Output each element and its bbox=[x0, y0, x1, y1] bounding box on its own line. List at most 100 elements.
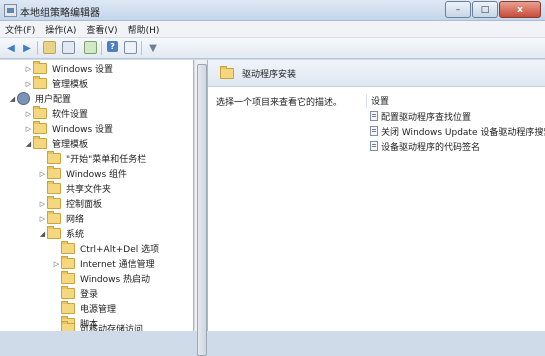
tree-item-user-config[interactable]: ◢ 用户配置 bbox=[8, 91, 71, 106]
tree-item-label: 网络 bbox=[66, 215, 85, 225]
folder-icon bbox=[61, 286, 75, 299]
expand-arrow-icon[interactable]: ▷ bbox=[24, 125, 33, 133]
expand-arrow-icon[interactable]: ▷ bbox=[24, 110, 33, 118]
back-arrow-icon[interactable]: ◀ bbox=[4, 41, 18, 55]
expand-arrow-icon[interactable]: ▷ bbox=[38, 200, 47, 208]
tree-item-removable-storage[interactable]: 可移动存储访问 bbox=[52, 321, 143, 331]
expand-arrow-icon[interactable]: ▷ bbox=[38, 170, 47, 178]
tree-item-label: 电源管理 bbox=[80, 305, 117, 315]
toolbar: ◀ ▶ ? ▼ bbox=[0, 38, 545, 59]
folder-icon bbox=[47, 196, 61, 209]
tree-item-label: 软件设置 bbox=[52, 110, 89, 120]
folder-icon bbox=[33, 106, 47, 119]
up-folder-icon[interactable] bbox=[43, 41, 56, 54]
folder-icon bbox=[33, 76, 47, 89]
app-icon bbox=[4, 4, 17, 17]
setting-item[interactable]: 配置驱动程序查找位置 bbox=[370, 109, 471, 123]
tree-item-label: Windows 组件 bbox=[66, 170, 128, 180]
folder-icon bbox=[33, 61, 47, 74]
folder-icon bbox=[33, 121, 47, 134]
menu-help[interactable]: 帮助(H) bbox=[123, 23, 165, 36]
expand-arrow-icon[interactable]: ▷ bbox=[38, 215, 47, 223]
title-bar[interactable]: 本地组策略编辑器 – □ x bbox=[0, 0, 545, 21]
tree-item-control-panel[interactable]: ▷ 控制面板 bbox=[38, 196, 102, 211]
show-hide-tree-icon[interactable] bbox=[62, 41, 75, 54]
collapse-arrow-icon[interactable]: ◢ bbox=[8, 95, 17, 103]
tree-item-network[interactable]: ▷ 网络 bbox=[38, 211, 84, 226]
tree-item-windows-settings[interactable]: ▷ Windows 设置 bbox=[24, 121, 113, 136]
menu-action[interactable]: 操作(A) bbox=[40, 23, 81, 36]
expand-arrow-icon[interactable]: ▷ bbox=[24, 80, 33, 88]
forward-arrow-icon[interactable]: ▶ bbox=[20, 41, 34, 55]
tree-item-label: 管理模板 bbox=[52, 140, 89, 150]
column-header-setting[interactable]: 设置 bbox=[366, 94, 545, 108]
tree-item-admin-templates[interactable]: ▷ 管理模板 bbox=[24, 76, 88, 91]
folder-icon bbox=[47, 151, 61, 164]
folder-icon bbox=[61, 256, 75, 269]
toolbar-separator bbox=[141, 41, 142, 55]
folder-icon bbox=[61, 271, 75, 284]
setting-label: 关闭 Windows Update 设备驱动程序搜索 bbox=[381, 127, 545, 138]
help-icon[interactable]: ? bbox=[107, 41, 118, 52]
scrollbar-thumb[interactable] bbox=[197, 64, 207, 356]
tree-item-power-management[interactable]: 电源管理 bbox=[52, 301, 116, 316]
tree-item-windows-settings[interactable]: ▷ Windows 设置 bbox=[24, 61, 113, 76]
tree-item-label: Ctrl+Alt+Del 选项 bbox=[80, 245, 160, 255]
tree-item-label: 可移动存储访问 bbox=[80, 325, 144, 331]
tree-item-windows-hotstart[interactable]: Windows 热启动 bbox=[52, 271, 150, 286]
policy-setting-icon bbox=[370, 126, 378, 136]
folder-icon bbox=[61, 301, 75, 314]
menu-view[interactable]: 查看(V) bbox=[81, 23, 122, 36]
setting-label: 配置驱动程序查找位置 bbox=[381, 112, 472, 123]
window-controls: – □ x bbox=[444, 1, 541, 18]
collapse-arrow-icon[interactable]: ◢ bbox=[38, 230, 47, 238]
minimize-button[interactable]: – bbox=[445, 1, 471, 18]
details-header: 驱动程序安装 bbox=[208, 60, 545, 87]
tree-pane: ▷ Windows 设置 ▷ 管理模板 ◢ 用户配置 ▷ 软件设置 ▷ Wind… bbox=[0, 60, 194, 331]
maximize-icon: □ bbox=[480, 4, 490, 15]
tree-item-logon[interactable]: 登录 bbox=[52, 286, 98, 301]
export-list-icon[interactable] bbox=[84, 41, 97, 54]
tree-item-label: Windows 设置 bbox=[52, 125, 114, 135]
minimize-icon: – bbox=[455, 4, 461, 15]
tree-item-admin-templates[interactable]: ◢ 管理模板 bbox=[24, 136, 88, 151]
menu-file[interactable]: 文件(F) bbox=[0, 23, 40, 36]
tree-item-label: 控制面板 bbox=[66, 200, 103, 210]
tree-item-windows-components[interactable]: ▷ Windows 组件 bbox=[38, 166, 127, 181]
close-icon: x bbox=[517, 4, 523, 15]
toolbar-separator bbox=[101, 41, 102, 55]
description-text: 选择一个项目来查看它的描述。 bbox=[216, 98, 343, 108]
details-pane: 驱动程序安装 选择一个项目来查看它的描述。 设置 配置驱动程序查找位置 关闭 W… bbox=[207, 60, 545, 331]
tree-item-system[interactable]: ◢ 系统 bbox=[38, 226, 84, 241]
tree-item-internet-comm[interactable]: ▷ Internet 通信管理 bbox=[52, 256, 155, 271]
policy-setting-icon bbox=[370, 141, 378, 151]
tree-item-start-menu-taskbar[interactable]: "开始"菜单和任务栏 bbox=[38, 151, 146, 166]
folder-icon bbox=[47, 166, 61, 179]
filter-icon[interactable]: ▼ bbox=[146, 41, 160, 55]
setting-item[interactable]: 设备驱动程序的代码签名 bbox=[370, 139, 480, 153]
tree-item-label: Internet 通信管理 bbox=[80, 260, 155, 270]
expand-arrow-icon[interactable]: ▷ bbox=[52, 260, 61, 268]
tree-scrollbar[interactable] bbox=[194, 60, 207, 356]
collapse-arrow-icon[interactable]: ◢ bbox=[24, 140, 33, 148]
tree-item-label: Windows 热启动 bbox=[80, 275, 151, 285]
tree-item-ctrl-alt-del[interactable]: Ctrl+Alt+Del 选项 bbox=[52, 241, 159, 256]
maximize-button[interactable]: □ bbox=[472, 1, 498, 18]
tree-item-label: "开始"菜单和任务栏 bbox=[66, 155, 147, 165]
details-header-title: 驱动程序安装 bbox=[242, 69, 297, 80]
tree-item-software-settings[interactable]: ▷ 软件设置 bbox=[24, 106, 88, 121]
expand-arrow-icon[interactable]: ▷ bbox=[24, 65, 33, 73]
user-config-icon bbox=[17, 92, 30, 105]
toolbar-separator bbox=[37, 41, 38, 55]
setting-item[interactable]: 关闭 Windows Update 设备驱动程序搜索 bbox=[370, 124, 545, 138]
folder-icon bbox=[47, 181, 61, 194]
properties-icon[interactable] bbox=[124, 41, 137, 54]
tree-item-shared-folders[interactable]: 共享文件夹 bbox=[38, 181, 111, 196]
policy-setting-icon bbox=[370, 111, 378, 121]
tree-item-label: 用户配置 bbox=[35, 95, 72, 105]
tree-item-label: 共享文件夹 bbox=[66, 185, 112, 195]
folder-icon bbox=[220, 65, 234, 79]
folder-icon bbox=[47, 226, 61, 239]
tree-item-label: 系统 bbox=[66, 230, 85, 240]
close-button[interactable]: x bbox=[499, 1, 541, 18]
